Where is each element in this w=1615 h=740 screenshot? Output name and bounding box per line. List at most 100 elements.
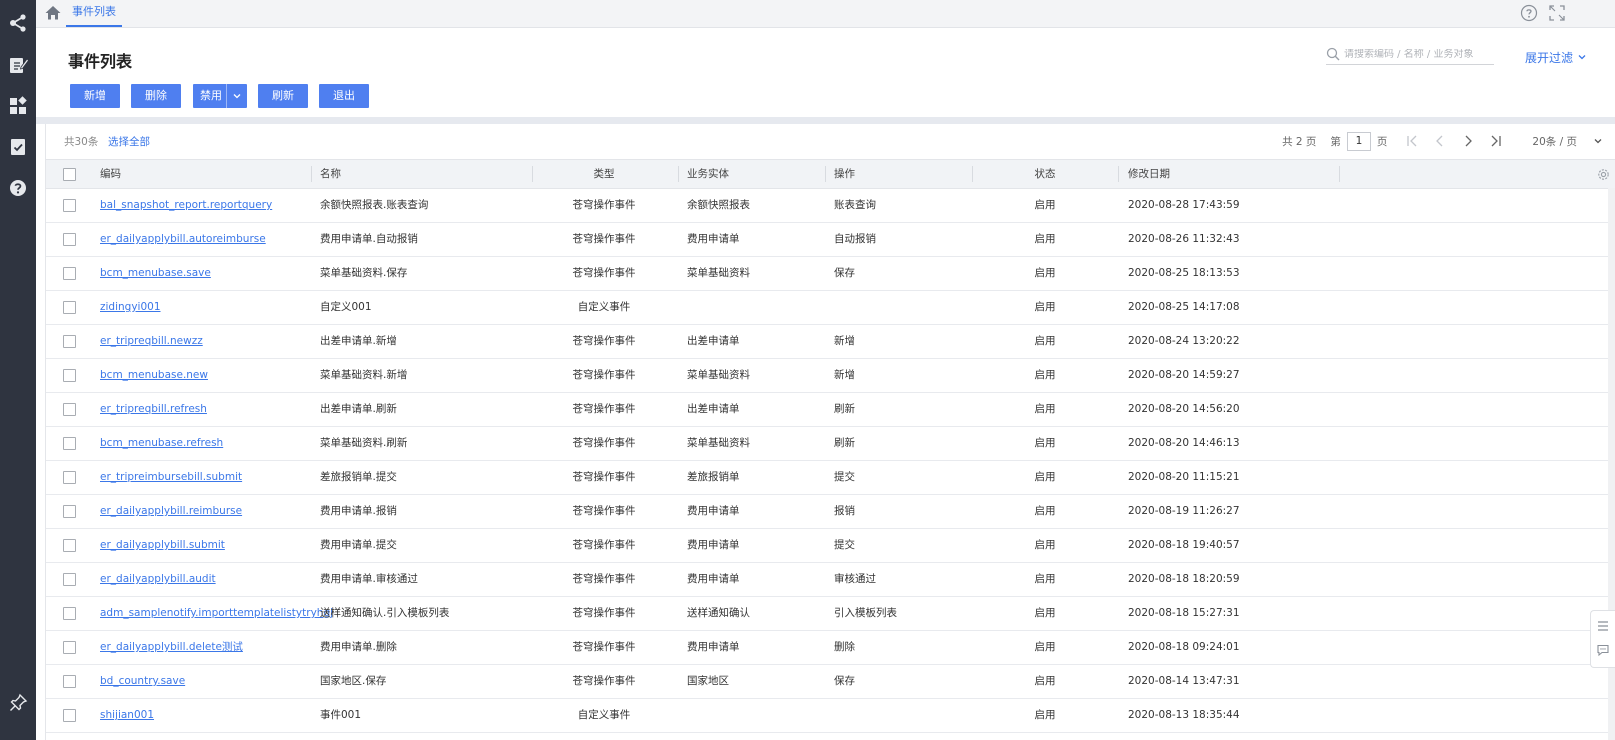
cell-name: 费用申请单.审核通过 [320, 573, 418, 585]
row-checkbox[interactable] [63, 471, 76, 484]
table-row[interactable]: adm_samplenotify.importtemplatelistytryh… [46, 597, 1615, 631]
header-status[interactable]: 状态 [972, 160, 1118, 188]
add-button[interactable]: 新增 [70, 84, 120, 108]
cell-code[interactable]: bd_country.save [100, 665, 185, 698]
row-checkbox[interactable] [63, 301, 76, 314]
header-modified[interactable]: 修改日期 [1128, 160, 1170, 188]
menu-lines-icon[interactable] [1596, 619, 1610, 636]
chat-bubble-icon[interactable] [1596, 643, 1610, 660]
cell-name: 自定义001 [320, 301, 372, 313]
cell-operation: 提交 [834, 539, 855, 551]
table-row[interactable]: er_dailyapplybill.submit 费用申请单.提交 苍穹操作事件 费用… [46, 529, 1615, 563]
cell-code[interactable]: er_dailyapplybill.reimburse [100, 495, 242, 528]
cell-code[interactable]: er_tripreqbill.newzz [100, 325, 203, 358]
header-operation[interactable]: 操作 [834, 160, 855, 188]
fullscreen-icon[interactable] [1548, 4, 1566, 22]
cell-code[interactable]: er_dailyapplybill.audit [100, 563, 216, 596]
cell-code[interactable]: adm_samplenotify.importtemplatelistytryh… [100, 597, 333, 630]
cell-code[interactable]: zidingyi001 [100, 291, 161, 324]
first-page-icon[interactable] [1405, 134, 1419, 148]
header-name[interactable]: 名称 [320, 160, 341, 188]
help-circle-icon[interactable] [7, 177, 29, 199]
cell-code[interactable]: bcm_menubase.save [100, 257, 211, 290]
row-checkbox[interactable] [63, 403, 76, 416]
delete-button[interactable]: 删除 [131, 84, 181, 108]
row-checkbox[interactable] [63, 505, 76, 518]
table-row[interactable]: bcm_menubase.refresh 菜单基础资料.刷新 苍穹操作事件 菜单基础资… [46, 427, 1615, 461]
table-row[interactable]: er_tripreqbill.refresh 出差申请单.刷新 苍穹操作事件 出差申请… [46, 393, 1615, 427]
search-input[interactable] [1340, 48, 1492, 60]
row-checkbox[interactable] [63, 539, 76, 552]
share-nodes-icon[interactable] [7, 12, 29, 34]
home-icon[interactable] [44, 4, 62, 22]
cell-code[interactable]: bcm_menubase.new [100, 359, 208, 392]
row-checkbox[interactable] [63, 335, 76, 348]
cell-code[interactable]: er_dailyapplybill.delete测试 [100, 631, 243, 664]
next-page-icon[interactable] [1461, 134, 1475, 148]
refresh-button[interactable]: 刷新 [258, 84, 308, 108]
row-checkbox[interactable] [63, 199, 76, 212]
header-type[interactable]: 类型 [532, 160, 676, 188]
cell-code[interactable]: er_tripreqbill.refresh [100, 393, 207, 426]
last-page-icon[interactable] [1489, 134, 1503, 148]
cell-status: 启用 [1034, 471, 1056, 483]
table-row[interactable]: er_dailyapplybill.reimburse 费用申请单.报销 苍穹操作事… [46, 495, 1615, 529]
table-row[interactable]: bcm_menubase.save 菜单基础资料.保存 苍穹操作事件 菜单基础资料 保存… [46, 257, 1615, 291]
row-checkbox[interactable] [63, 267, 76, 280]
cell-type: 苍穹操作事件 [572, 233, 636, 245]
cell-modified: 2020-08-18 15:27:31 [1128, 607, 1240, 619]
cell-code[interactable]: shijian001 [100, 699, 154, 732]
table-row[interactable]: bd_country.save 国家地区.保存 苍穹操作事件 国家地区 保存 启用 2020… [46, 665, 1615, 699]
header-entity[interactable]: 业务实体 [687, 160, 729, 188]
exit-button[interactable]: 退出 [319, 84, 369, 108]
apps-grid-icon[interactable] [7, 95, 29, 117]
cell-code[interactable]: er_dailyapplybill.submit [100, 529, 225, 562]
table-row[interactable]: er_dailyapplybill.audit 费用申请单.审核通过 苍穹操作事件 费… [46, 563, 1615, 597]
pin-icon[interactable] [7, 692, 29, 714]
cell-code[interactable]: bcm_menubase.refresh [100, 427, 223, 460]
cell-type: 苍穹操作事件 [572, 437, 636, 449]
header-code[interactable]: 编码 [100, 160, 121, 188]
column-divider [678, 166, 679, 182]
row-checkbox[interactable] [63, 641, 76, 654]
cell-code[interactable]: er_tripreimbursebill.submit [100, 461, 242, 494]
cell-code[interactable]: er_dailyapplybill.autoreimburse [100, 223, 266, 256]
disable-dropdown-toggle[interactable] [226, 84, 247, 108]
cell-code[interactable]: bal_snapshot_report.reportquery [100, 189, 272, 222]
table-row[interactable]: er_dailyapplybill.delete测试 费用申请单.删除 苍穹操作事件… [46, 631, 1615, 665]
help-icon[interactable] [1520, 4, 1538, 22]
prev-page-icon[interactable] [1433, 134, 1447, 148]
select-all-checkbox[interactable] [63, 168, 76, 181]
expand-filter-button[interactable]: 展开过滤 [1525, 49, 1587, 66]
row-checkbox[interactable] [63, 573, 76, 586]
table-row[interactable]: shijian001 事件001 自定义事件 启用 2020-08-13 18:35:4… [46, 699, 1615, 733]
left-sidebar [0, 0, 36, 740]
table-row[interactable]: er_dailyapplybill.autoreimburse 费用申请单.自动报… [46, 223, 1615, 257]
page-number-input[interactable]: 1 [1346, 131, 1371, 151]
row-checkbox[interactable] [63, 675, 76, 688]
row-checkbox[interactable] [63, 369, 76, 382]
table-row[interactable]: bal_snapshot_report.reportquery 余额快照报表.账表… [46, 189, 1615, 223]
column-divider [825, 166, 826, 182]
select-all-link[interactable]: 选择全部 [108, 134, 150, 149]
cell-entity: 费用申请单 [687, 233, 740, 245]
row-checkbox[interactable] [63, 607, 76, 620]
table-row[interactable]: er_tripreimbursebill.submit 差旅报销单.提交 苍穹操作事… [46, 461, 1615, 495]
task-check-icon[interactable] [7, 136, 29, 158]
cell-name: 费用申请单.自动报销 [320, 233, 418, 245]
top-bar: 事件列表 [36, 0, 1615, 28]
row-checkbox[interactable] [63, 709, 76, 722]
disable-button[interactable]: 禁用 [193, 84, 247, 108]
table-row[interactable]: zidingyi001 自定义001 自定义事件 启用 2020-08-25 14:17… [46, 291, 1615, 325]
cell-entity: 国家地区 [687, 675, 729, 687]
column-divider [1118, 166, 1119, 182]
cell-status: 启用 [1034, 573, 1056, 585]
row-checkbox[interactable] [63, 437, 76, 450]
table-row[interactable]: er_tripreqbill.newzz 出差申请单.新增 苍穹操作事件 出差申请单 新… [46, 325, 1615, 359]
edit-doc-icon[interactable] [7, 54, 29, 76]
table-row[interactable]: bcm_menubase.new 菜单基础资料.新增 苍穹操作事件 菜单基础资料 新增 启… [46, 359, 1615, 393]
row-checkbox[interactable] [63, 233, 76, 246]
column-settings-gear-icon[interactable] [1596, 167, 1611, 182]
page-size-select[interactable]: 20条 / 页 [1532, 134, 1603, 149]
tab-event-list[interactable]: 事件列表 [66, 0, 122, 27]
